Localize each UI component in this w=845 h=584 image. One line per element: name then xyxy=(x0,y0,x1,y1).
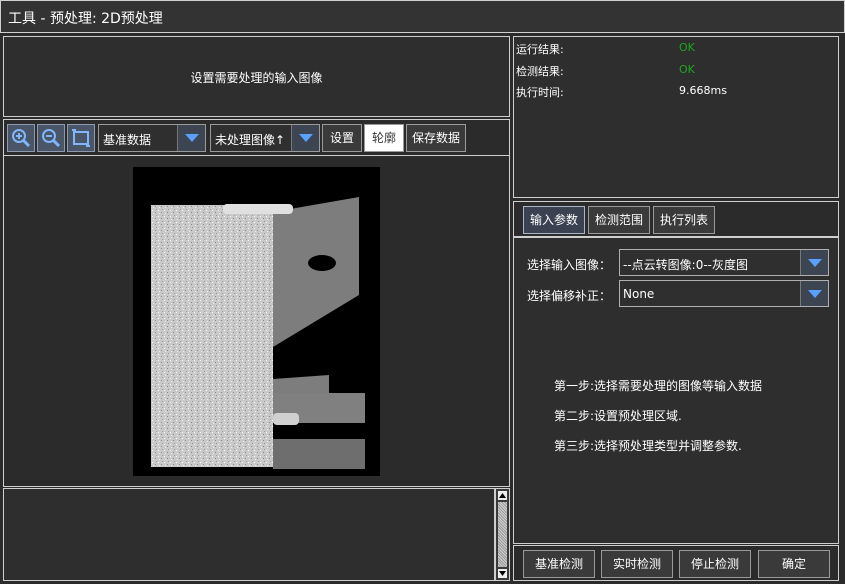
fit-to-window-icon xyxy=(72,129,90,147)
zoom-in-button[interactable] xyxy=(7,124,35,152)
data-source-value: 基准数据 xyxy=(103,133,152,147)
scroll-track[interactable] xyxy=(498,502,507,567)
chevron-down-icon[interactable] xyxy=(291,125,319,151)
params-panel: 选择输入图像： --点云转图像:0--灰度图 选择偏移补正： None 第一步:… xyxy=(513,237,839,544)
save-data-button[interactable]: 保存数据 xyxy=(406,124,466,152)
data-source-select[interactable]: 基准数据 xyxy=(98,124,206,152)
input-image-value: --点云转图像:0--灰度图 xyxy=(623,258,748,272)
offset-select[interactable]: None xyxy=(619,280,829,307)
chevron-down-icon[interactable] xyxy=(800,281,828,306)
window-title: 工具 - 预处理: 2D预处理 xyxy=(8,11,163,27)
preview-image[interactable] xyxy=(133,167,380,476)
run-result-value: OK xyxy=(679,41,695,54)
offset-value: None xyxy=(623,287,655,301)
exec-time-value: 9.668ms xyxy=(679,84,727,97)
realtime-detect-button[interactable]: 实时检测 xyxy=(601,550,673,578)
title-bar: 工具 - 预处理: 2D预处理 xyxy=(0,0,845,33)
image-toolbar: 基准数据 未处理图像↑ 设置 轮廓 保存数据 xyxy=(3,119,510,156)
results-panel: 运行结果: OK 检测结果: OK 执行时间: 9.668ms xyxy=(513,36,839,198)
zoom-in-icon xyxy=(12,129,31,148)
log-scrollbar[interactable] xyxy=(495,488,510,581)
image-select-value: 未处理图像↑ xyxy=(215,133,286,147)
prompt-panel: 设置需要处理的输入图像 xyxy=(3,36,510,117)
detect-result-value: OK xyxy=(679,63,695,76)
tab-exec-list[interactable]: 执行列表 xyxy=(653,206,715,234)
run-result-label: 运行结果: xyxy=(516,43,564,56)
chevron-down-icon[interactable] xyxy=(800,250,828,275)
step-3-text: 第三步:选择预处理类型并调整参数. xyxy=(554,439,742,453)
fit-to-window-button[interactable] xyxy=(67,124,95,152)
offset-label: 选择偏移补正： xyxy=(527,289,612,303)
step-2-text: 第二步:设置预处理区域. xyxy=(554,409,682,423)
tab-input-params[interactable]: 输入参数 xyxy=(523,206,585,234)
input-image-select[interactable]: --点云转图像:0--灰度图 xyxy=(619,249,829,276)
step-1-text: 第一步:选择需要处理的图像等输入数据 xyxy=(554,379,763,393)
log-panel xyxy=(3,488,495,581)
baseline-detect-button[interactable]: 基准检测 xyxy=(523,550,595,578)
scroll-down-icon[interactable] xyxy=(498,569,507,578)
chevron-down-icon[interactable] xyxy=(177,125,205,151)
grayscale-depth-image xyxy=(133,167,380,476)
scroll-up-icon[interactable] xyxy=(498,491,507,500)
zoom-out-icon xyxy=(42,129,61,148)
confirm-button[interactable]: 确定 xyxy=(758,550,830,578)
tab-bar: 输入参数 检测范围 执行列表 xyxy=(513,201,839,237)
stop-detect-button[interactable]: 停止检测 xyxy=(679,550,751,578)
image-viewer[interactable] xyxy=(3,156,510,487)
contour-button[interactable]: 轮廓 xyxy=(364,124,404,152)
image-select[interactable]: 未处理图像↑ xyxy=(210,124,320,152)
exec-time-label: 执行时间: xyxy=(516,86,564,99)
prompt-text: 设置需要处理的输入图像 xyxy=(190,71,323,85)
settings-button[interactable]: 设置 xyxy=(322,124,362,152)
tab-detect-range[interactable]: 检测范围 xyxy=(588,206,650,234)
action-bar: 基准检测 实时检测 停止检测 确定 xyxy=(513,545,839,581)
detect-result-label: 检测结果: xyxy=(516,65,564,78)
zoom-out-button[interactable] xyxy=(37,124,65,152)
input-image-label: 选择输入图像： xyxy=(527,258,612,272)
